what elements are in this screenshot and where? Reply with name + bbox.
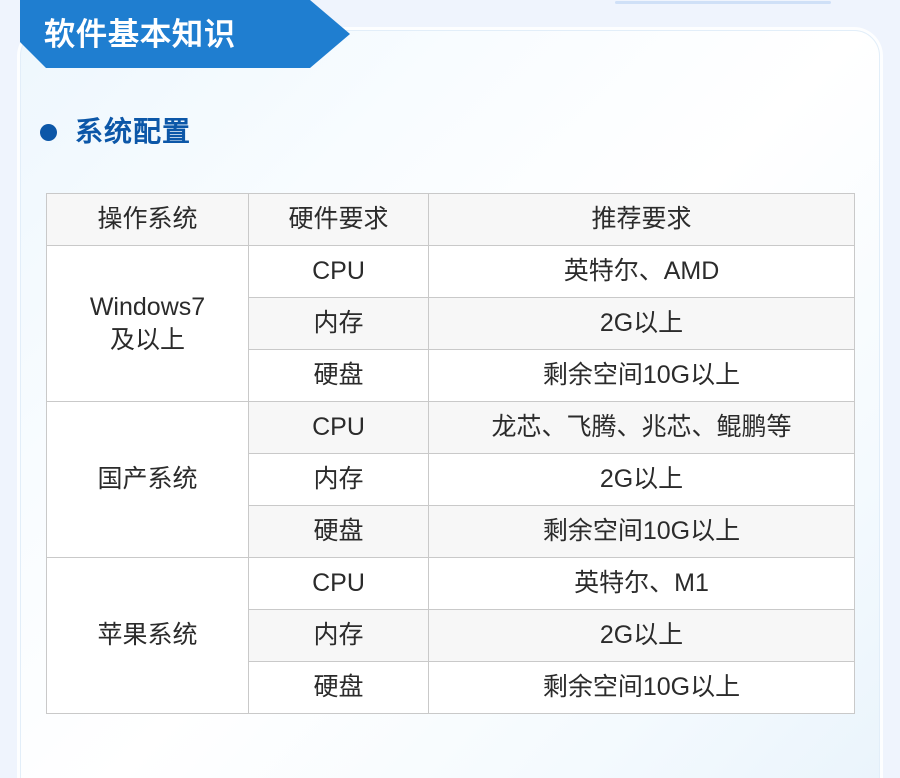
section-heading: 系统配置: [40, 118, 191, 146]
cell-hardware: 硬盘: [248, 661, 429, 714]
cell-os-line1: Windows7: [89, 293, 206, 321]
top-divider-rule: [615, 1, 831, 4]
table-row: Windows7 及以上 CPU 英特尔、AMD: [46, 245, 855, 402]
section-title: 系统配置: [75, 116, 192, 147]
column-header-recommend: 推荐要求: [428, 193, 855, 246]
cell-os: 苹果系统: [46, 557, 249, 714]
system-config-table: 操作系统 硬件要求 推荐要求 Windows7 及以上 CPU 英特尔、AMD 内存 2G…: [46, 193, 855, 714]
table-row: 国产系统 CPU 龙芯、飞腾、兆芯、鲲鹏等: [46, 401, 855, 558]
cell-hardware: 内存: [248, 297, 429, 350]
section-banner-content: 软件基本知识: [20, 0, 350, 68]
cell-hardware: 内存: [248, 453, 429, 506]
bullet-dot-icon: [40, 123, 57, 141]
table-header: 操作系统 硬件要求 推荐要求: [46, 193, 855, 246]
cell-recommend: 剩余空间10G以上: [428, 661, 855, 714]
column-header-os: 操作系统: [46, 193, 249, 246]
cell-hardware: CPU: [248, 401, 429, 454]
table-header-row: 操作系统 硬件要求 推荐要求: [46, 193, 855, 246]
cell-os-line2: 及以上: [109, 325, 185, 354]
cell-recommend: 剩余空间10G以上: [428, 349, 855, 402]
cell-recommend: 英特尔、M1: [428, 557, 855, 610]
column-header-hardware: 硬件要求: [248, 193, 429, 246]
cell-hardware: 硬盘: [248, 349, 429, 402]
table-body: Windows7 及以上 CPU 英特尔、AMD 内存 2G以上 硬盘 剩余空间10G以上 国产…: [46, 245, 855, 714]
table-row: 苹果系统 CPU 英特尔、M1: [46, 557, 855, 714]
cell-recommend: 2G以上: [428, 609, 855, 662]
cell-recommend: 英特尔、AMD: [428, 245, 855, 298]
page-root: 软件基本知识 系统配置 操作系统 硬件要求 推荐要求 Windows7 及以上 CP…: [0, 0, 900, 778]
cell-recommend: 2G以上: [428, 297, 855, 350]
system-config-table-wrapper: 操作系统 硬件要求 推荐要求 Windows7 及以上 CPU 英特尔、AMD 内存 2G…: [46, 193, 855, 714]
cell-recommend: 2G以上: [428, 453, 855, 506]
cell-os: 国产系统: [46, 401, 249, 558]
cell-recommend: 剩余空间10G以上: [428, 505, 855, 558]
cell-hardware: CPU: [248, 557, 429, 610]
cell-recommend: 龙芯、飞腾、兆芯、鲲鹏等: [428, 401, 855, 454]
cell-os: Windows7 及以上: [46, 245, 249, 402]
cell-hardware: CPU: [248, 245, 429, 298]
cell-hardware: 内存: [248, 609, 429, 662]
cell-hardware: 硬盘: [248, 505, 429, 558]
banner-title: 软件基本知识: [44, 16, 236, 52]
